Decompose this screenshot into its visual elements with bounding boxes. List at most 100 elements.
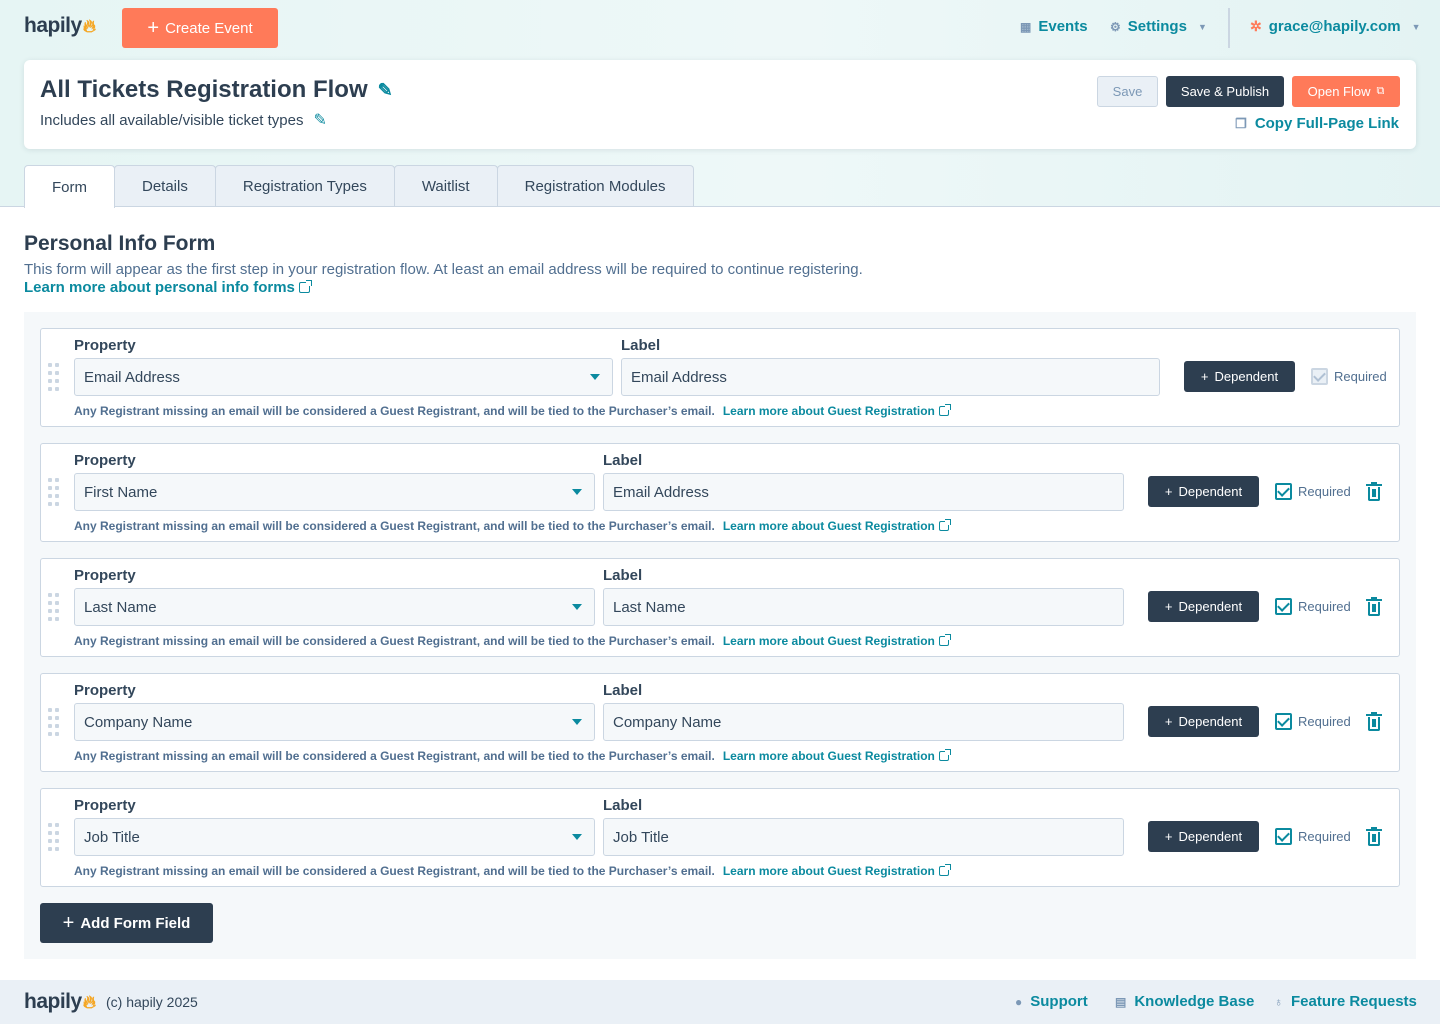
property-value: Company Name	[84, 713, 193, 731]
property-select[interactable]: Job Title	[74, 818, 595, 856]
guest-registration-link[interactable]: Learn more about Guest Registration	[723, 634, 951, 648]
delete-icon[interactable]	[1366, 597, 1382, 616]
form-field-row: Property Company Name Label Company Name…	[40, 673, 1400, 772]
hubspot-icon: ✲	[1250, 18, 1262, 34]
feature-requests-link[interactable]: ♁ Feature Requests	[1274, 993, 1417, 1010]
learn-more-label: Learn more about personal info forms	[24, 279, 295, 296]
form-field-row: Property Last Name Label Last Name + Depe…	[40, 558, 1400, 657]
hapily-logo[interactable]: hapily 🔥︎	[24, 14, 96, 38]
drag-handle-icon[interactable]	[48, 363, 60, 393]
copy-icon: ❐	[1235, 115, 1247, 131]
required-checkbox[interactable]	[1275, 713, 1292, 730]
label-input[interactable]: Email Address	[603, 473, 1124, 511]
nav-settings[interactable]: ⚙ Settings ▼	[1110, 18, 1207, 35]
delete-icon[interactable]	[1366, 827, 1382, 846]
flow-subtitle-text: Includes all available/visible ticket ty…	[40, 111, 304, 129]
guest-hint: Any Registrant missing an email will be …	[74, 404, 951, 418]
form-field-row: Property Email Address Label Email Addre…	[40, 328, 1400, 427]
required-toggle[interactable]: Required	[1275, 828, 1351, 845]
plus-icon: +	[1164, 714, 1173, 729]
drag-handle-icon[interactable]	[48, 478, 60, 508]
tab-registration-modules[interactable]: Registration Modules	[496, 165, 694, 207]
support-link[interactable]: ● Support	[1015, 993, 1088, 1010]
label-label: Label	[603, 452, 643, 469]
required-toggle[interactable]: Required	[1275, 713, 1351, 730]
property-select[interactable]: Email Address	[74, 358, 613, 396]
user-email: grace@hapily.com	[1268, 18, 1401, 35]
required-checkbox[interactable]	[1275, 828, 1292, 845]
copyright: (c) hapily 2025	[106, 994, 198, 1010]
save-button[interactable]: Save	[1097, 76, 1158, 107]
hint-text: Any Registrant missing an email will be …	[74, 404, 715, 418]
knowledge-base-link[interactable]: ▤ Knowledge Base	[1115, 993, 1254, 1010]
chevron-down-icon: ▼	[1411, 21, 1421, 32]
caret-down-icon	[572, 489, 582, 495]
property-select[interactable]: First Name	[74, 473, 595, 511]
learn-more-link[interactable]: Learn more about personal info forms	[24, 279, 312, 296]
delete-icon[interactable]	[1366, 482, 1382, 501]
guest-registration-link[interactable]: Learn more about Guest Registration	[723, 749, 951, 763]
hint-link-label: Learn more about Guest Registration	[722, 864, 935, 878]
flow-subtitle: Includes all available/visible ticket ty…	[40, 110, 327, 130]
add-form-field-label: Add Form Field	[80, 914, 191, 932]
external-link-icon	[938, 404, 951, 416]
add-form-field-button[interactable]: + Add Form Field	[40, 903, 213, 943]
label-input[interactable]: Email Address	[621, 358, 1160, 396]
edit-subtitle-icon[interactable]: ✎	[313, 110, 326, 130]
nav-events-label: Events	[1038, 18, 1088, 35]
required-toggle[interactable]: Required	[1311, 368, 1387, 385]
required-checkbox[interactable]	[1275, 598, 1292, 615]
label-input[interactable]: Job Title	[603, 818, 1124, 856]
drag-handle-icon[interactable]	[48, 593, 60, 623]
label-label: Label	[621, 337, 661, 354]
logo-text: hapily	[24, 14, 82, 37]
property-value: Email Address	[84, 368, 180, 386]
footer: hapily 🔥︎ (c) hapily 2025 ● Support ▤ Knowl…	[0, 980, 1440, 1024]
external-link-icon	[938, 864, 951, 876]
property-label: Property	[74, 337, 136, 354]
tab-details[interactable]: Details	[114, 165, 216, 207]
user-menu[interactable]: ✲ grace@hapily.com ▼	[1250, 18, 1421, 35]
drag-handle-icon[interactable]	[48, 823, 60, 853]
add-dependent-button[interactable]: + Dependent	[1148, 706, 1259, 737]
caret-down-icon	[572, 719, 582, 725]
label-label: Label	[603, 567, 643, 584]
plus-icon: +	[147, 17, 160, 39]
property-select[interactable]: Last Name	[74, 588, 595, 626]
guest-registration-link[interactable]: Learn more about Guest Registration	[722, 404, 951, 418]
create-event-button[interactable]: + Create Event	[122, 8, 278, 48]
gear-icon: ⚙	[1110, 19, 1121, 34]
tab-bar: Form Details Registration Types Waitlist…	[24, 165, 694, 208]
required-checkbox[interactable]	[1275, 483, 1292, 500]
add-dependent-button[interactable]: + Dependent	[1148, 476, 1259, 507]
add-dependent-button[interactable]: + Dependent	[1184, 361, 1295, 392]
caret-down-icon	[572, 604, 582, 610]
delete-icon[interactable]	[1366, 712, 1382, 731]
required-checkbox[interactable]	[1311, 368, 1328, 385]
guest-registration-link[interactable]: Learn more about Guest Registration	[722, 864, 951, 878]
save-publish-button[interactable]: Save & Publish	[1166, 76, 1284, 107]
drag-handle-icon[interactable]	[48, 708, 60, 738]
tab-form[interactable]: Form	[24, 165, 115, 208]
property-value: Job Title	[84, 828, 140, 846]
property-label: Property	[74, 682, 136, 699]
required-toggle[interactable]: Required	[1275, 598, 1351, 615]
tab-registration-types[interactable]: Registration Types	[214, 165, 395, 207]
tab-divider	[0, 206, 1440, 207]
label-input[interactable]: Last Name	[603, 588, 1124, 626]
label-input[interactable]: Company Name	[603, 703, 1124, 741]
footer-logo: hapily 🔥︎	[24, 990, 96, 1014]
open-flow-button[interactable]: Open Flow ⧉	[1292, 76, 1400, 107]
required-label: Required	[1298, 484, 1351, 499]
add-dependent-button[interactable]: + Dependent	[1148, 821, 1259, 852]
copy-link[interactable]: ❐ Copy Full-Page Link	[1235, 115, 1399, 132]
add-dependent-button[interactable]: + Dependent	[1148, 591, 1259, 622]
guest-registration-link[interactable]: Learn more about Guest Registration	[723, 519, 951, 533]
required-toggle[interactable]: Required	[1275, 483, 1351, 500]
property-select[interactable]: Company Name	[74, 703, 595, 741]
edit-title-icon[interactable]: ✎	[378, 80, 393, 101]
flame-icon: 🔥︎	[82, 991, 96, 1012]
nav-events[interactable]: ▦ Events	[1020, 18, 1088, 35]
tab-waitlist[interactable]: Waitlist	[393, 165, 498, 207]
hint-link-label: Learn more about Guest Registration	[722, 404, 935, 418]
